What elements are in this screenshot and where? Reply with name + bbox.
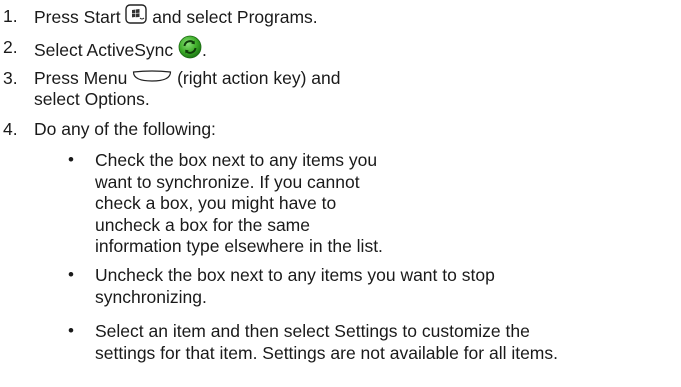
step-text: Do any of the following: [34,119,216,139]
step-number: 2. [3,37,18,57]
right-action-key-icon [132,67,172,88]
bullet-text: Uncheck the box next to any items you wa… [95,265,495,307]
windows-start-key-icon [125,4,148,29]
step-text: Press Start and select Programs. [34,4,318,31]
step-number: 1. [3,6,18,26]
step-text: Press Menu (right action key) and select… [34,67,341,109]
activesync-icon [178,35,202,64]
bullet-icon: • [68,150,74,169]
bullet-text: Check the box next to any items you want… [95,150,383,256]
bullet-icon: • [68,265,74,284]
step-number: 3. [3,68,18,88]
step-text: Select ActiveSync . [34,35,207,66]
bullet-icon: • [68,321,74,340]
bullet-text: Select an item and then select Settings … [95,321,558,363]
step-number: 4. [3,119,18,139]
